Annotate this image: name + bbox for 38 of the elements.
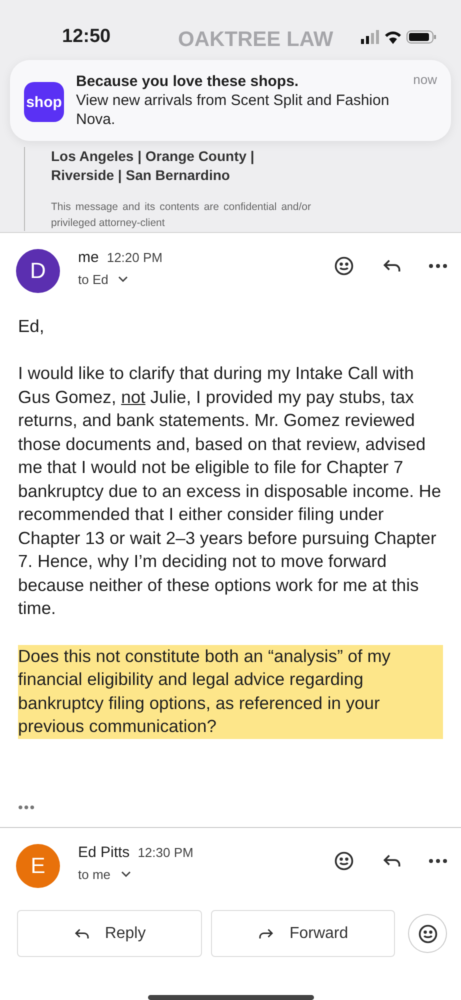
react-button[interactable]: [333, 254, 355, 277]
logo-text: OAKTREE LAW: [178, 28, 334, 52]
battery-icon: [406, 30, 436, 44]
show-trimmed-content[interactable]: •••: [0, 738, 461, 827]
status-time: 12:50: [62, 26, 111, 48]
notification-banner[interactable]: shop Because you love these shops. View new arrivals from Scent Split and Fashion Nova. now: [10, 60, 451, 141]
smiley-icon: [416, 922, 439, 945]
smiley-icon: [333, 850, 355, 872]
app-icon: shop: [24, 82, 64, 122]
more-button[interactable]: [429, 858, 447, 863]
notification-title: Because you love these shops.: [76, 72, 300, 91]
reply-button[interactable]: Reply: [17, 910, 202, 958]
more-icon: [429, 264, 447, 268]
greeting: Ed,: [18, 314, 46, 338]
more-button[interactable]: [429, 264, 447, 268]
smiley-icon: [333, 254, 355, 277]
body-paragraph: Does this not constitute both an “analysis” of my financial eligibility and legal advice regarding bankruptcy filing options, as referenced in your previous communication?: [18, 644, 443, 739]
recipients-toggle[interactable]: to me: [78, 866, 131, 882]
more-icon: [429, 858, 447, 863]
react-button[interactable]: [408, 914, 447, 954]
disclaimer-text: This message and its contents are confidential and/or privileged attorney-client: [51, 200, 311, 231]
chevron-icon: [120, 871, 131, 878]
message-time: 12:30 PM: [138, 844, 194, 860]
signal-icon: [361, 30, 379, 44]
notification-time: now: [413, 72, 437, 89]
sender-name: Ed Pitts: [78, 844, 130, 861]
chevron-icon: [118, 276, 128, 282]
body-paragraph: I would like to clarify that during my Intake Call with Gus Gomez, not Julie, I provided my pay stubs, tax returns, and bank statements. Mr. Gomez reviewed those documents and, based on that review, advised me that I would not be eligible to file for Chapter 7 bankruptcy due to an excess in disposable income. He recommended that I either consider filing under Chapter 13 or wait 2–3 years before pursuing Chapter 7. Hence, why I’m deciding not to move forward because neither of these options work for me at this time.: [18, 362, 442, 620]
office-locations: Los Angeles | Orange County | Riverside | San Bernardino: [51, 147, 256, 185]
message-time: 12:20 PM: [106, 250, 162, 265]
avatar: E: [16, 844, 60, 888]
sender-name: me: [78, 248, 99, 266]
react-button[interactable]: [333, 850, 355, 872]
wifi-icon: [385, 32, 401, 44]
forward-button[interactable]: Forward: [210, 910, 396, 958]
avatar: D: [16, 248, 60, 293]
recipients-toggle[interactable]: to Ed: [78, 272, 128, 287]
notification-body: View new arrivals from Scent Split and Fashion Nova.: [76, 91, 390, 129]
